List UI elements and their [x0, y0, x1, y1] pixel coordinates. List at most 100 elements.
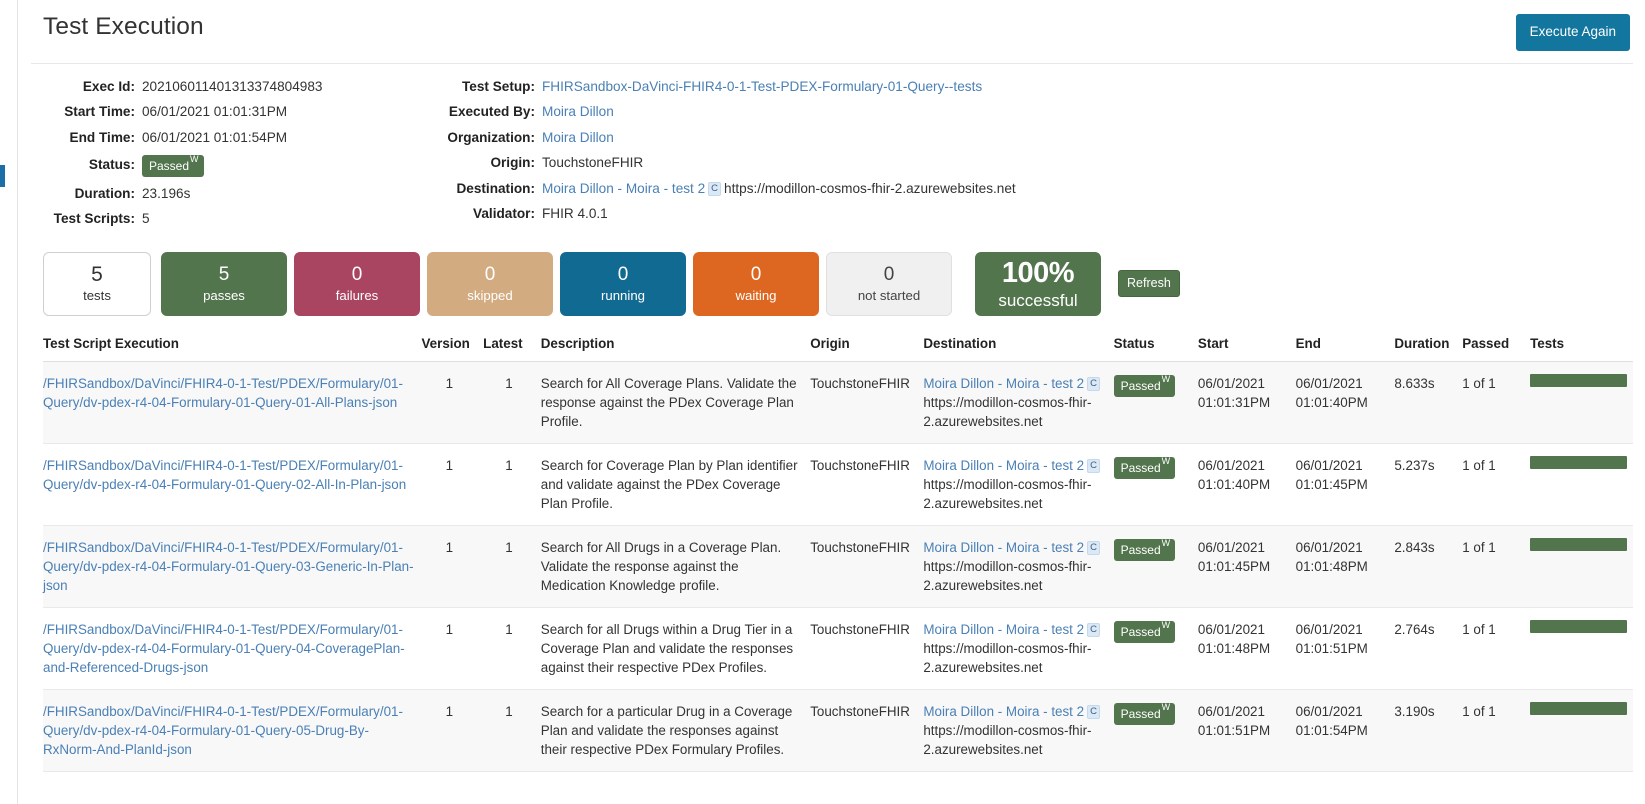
test-setup-link[interactable]: FHIRSandbox-DaVinci-FHIR4-0-1-Test-PDEX-…: [542, 78, 982, 95]
start-time: 01:01:31PM: [1197, 394, 1271, 410]
cell-passed: 1 of 1: [1462, 607, 1531, 690]
executed-by-link[interactable]: Moira Dillon: [542, 103, 614, 120]
test-script-link[interactable]: /FHIRSandbox/DaVinci/FHIR4-0-1-Test/PDEX…: [43, 704, 403, 757]
test-script-link[interactable]: /FHIRSandbox/DaVinci/FHIR4-0-1-Test/PDEX…: [43, 622, 405, 675]
page-content: Test Execution Execute Again Exec Id: 20…: [18, 0, 1645, 804]
status-label: Status:: [88, 157, 135, 172]
status-badge[interactable]: PassedW: [1113, 702, 1176, 725]
test-script-link[interactable]: /FHIRSandbox/DaVinci/FHIR4-0-1-Test/PDEX…: [43, 376, 403, 410]
column-header-start[interactable]: Start: [1197, 329, 1296, 362]
cell-origin: TouchstoneFHIR: [810, 607, 924, 690]
tests-pass-bar: [1530, 701, 1627, 715]
column-header-test-script-execution[interactable]: Test Script Execution: [43, 329, 422, 362]
tests-pass-bar: [1530, 373, 1627, 387]
status-badge-text: Passed: [1120, 378, 1161, 393]
stat-box-not-started[interactable]: 0 not started: [826, 251, 952, 316]
column-header-tests[interactable]: Tests: [1530, 329, 1633, 362]
refresh-button[interactable]: Refresh: [1118, 270, 1180, 298]
start-date: 06/01/2021: [1197, 375, 1265, 391]
destination-link[interactable]: Moira Dillon - Moira - test 2: [923, 622, 1084, 637]
destination-link[interactable]: Moira Dillon - Moira - test 2: [542, 181, 705, 196]
execute-again-button[interactable]: Execute Again: [1515, 14, 1630, 51]
destination-link[interactable]: Moira Dillon - Moira - test 2: [923, 376, 1084, 391]
cell-passed: 1 of 1: [1462, 525, 1531, 608]
table-row[interactable]: /FHIRSandbox/DaVinci/FHIR4-0-1-Test/PDEX…: [43, 607, 1633, 690]
cell-passed: 1 of 1: [1462, 689, 1531, 772]
status-badge[interactable]: PassedW: [1113, 538, 1176, 561]
status-badge-text: Passed: [1120, 460, 1161, 475]
stat-box-failures[interactable]: 0 failures: [294, 251, 420, 316]
cell-destination: Moira Dillon - Moira - test 2 Chttps://mo…: [923, 443, 1114, 526]
cell-tests: [1530, 361, 1633, 444]
cell-end: 06/01/2021 01:01:48PM: [1295, 525, 1395, 608]
column-header-duration[interactable]: Duration: [1394, 329, 1463, 362]
start-time: 01:01:40PM: [1197, 476, 1271, 492]
status-badge[interactable]: PassedW: [1113, 620, 1176, 643]
cell-passed: 1 of 1: [1462, 443, 1531, 526]
end-date: 06/01/2021: [1295, 375, 1363, 391]
cell-tests: [1530, 525, 1633, 608]
column-header-origin[interactable]: Origin: [810, 329, 924, 362]
status-badge[interactable]: PassedW: [142, 154, 204, 178]
start-date: 06/01/2021: [1197, 457, 1265, 473]
column-header-passed[interactable]: Passed: [1462, 329, 1531, 362]
stat-box-tests[interactable]: 5 tests: [43, 251, 151, 316]
table-header-row: Test Script Execution Version Latest Descri…: [43, 329, 1633, 362]
end-date: 06/01/2021: [1295, 457, 1363, 473]
end-date: 06/01/2021: [1295, 703, 1363, 719]
cell-description: Search for All Drugs in a Coverage Plan.…: [540, 525, 811, 608]
end-time-label: End Time:: [69, 129, 135, 145]
destination-link[interactable]: Moira Dillon - Moira - test 2: [923, 704, 1084, 719]
cell-description: Search for a particular Drug in a Covera…: [540, 689, 811, 772]
column-header-latest[interactable]: Latest: [483, 329, 541, 362]
detail-end-time: End Time: 06/01/2021 01:01:54PM: [31, 129, 446, 146]
origin-value: TouchstoneFHIR: [542, 155, 644, 170]
status-badge[interactable]: PassedW: [1113, 374, 1176, 397]
duration-label: Duration:: [74, 185, 135, 201]
stat-box-passes[interactable]: 5 passes: [161, 251, 287, 316]
stat-box-running[interactable]: 0 running: [560, 251, 686, 316]
destination-link[interactable]: Moira Dillon - Moira - test 2: [923, 458, 1084, 473]
stat-box-waiting[interactable]: 0 waiting: [693, 251, 819, 316]
edge-tab-indicator[interactable]: [0, 165, 5, 187]
client-badge-icon: C: [708, 181, 722, 196]
cell-test-script: /FHIRSandbox/DaVinci/FHIR4-0-1-Test/PDEX…: [43, 607, 422, 690]
stat-box-skipped[interactable]: 0 skipped: [427, 251, 553, 316]
status-badge-sup: W: [1161, 455, 1171, 466]
column-header-status[interactable]: Status: [1113, 329, 1198, 362]
destination-url: https://modillon-cosmos-fhir-2.azurewebs…: [923, 476, 1092, 511]
page-title: Test Execution: [43, 13, 204, 40]
cell-destination: Moira Dillon - Moira - test 2 Chttps://mo…: [923, 689, 1114, 772]
destination-label: Destination:: [456, 180, 535, 196]
cell-latest: 1: [483, 689, 541, 772]
cell-version: 1: [421, 361, 484, 444]
stat-box-percent-successful[interactable]: 100% successful: [975, 251, 1101, 316]
detail-destination: Destination: Moira Dillon - Moira - test…: [446, 180, 1633, 197]
detail-duration: Duration: 23.196s: [31, 185, 446, 202]
start-date: 06/01/2021: [1197, 539, 1265, 555]
stat-label: failures: [335, 287, 379, 303]
table-row[interactable]: /FHIRSandbox/DaVinci/FHIR4-0-1-Test/PDEX…: [43, 361, 1633, 444]
table-row[interactable]: /FHIRSandbox/DaVinci/FHIR4-0-1-Test/PDEX…: [43, 525, 1633, 608]
organization-label: Organization:: [447, 129, 535, 145]
status-badge[interactable]: PassedW: [1113, 455, 1176, 479]
validator-value: FHIR 4.0.1: [542, 206, 608, 221]
column-header-description[interactable]: Description: [540, 329, 811, 362]
cell-latest: 1: [483, 443, 541, 526]
table-row[interactable]: /FHIRSandbox/DaVinci/FHIR4-0-1-Test/PDEX…: [43, 443, 1633, 526]
destination-link[interactable]: Moira Dillon - Moira - test 2: [923, 540, 1084, 555]
organization-link[interactable]: Moira Dillon: [542, 129, 614, 146]
detail-origin: Origin: TouchstoneFHIR: [446, 154, 1633, 171]
column-header-destination[interactable]: Destination: [923, 329, 1114, 362]
cell-description: Search for all Drugs within a Drug Tier …: [540, 607, 811, 690]
detail-test-scripts: Test Scripts: 5: [31, 210, 446, 227]
cell-tests: [1530, 443, 1633, 526]
table-row[interactable]: /FHIRSandbox/DaVinci/FHIR4-0-1-Test/PDEX…: [43, 689, 1633, 772]
column-header-end[interactable]: End: [1295, 329, 1395, 362]
destination-url: https://modillon-cosmos-fhir-2.azurewebs…: [724, 180, 1016, 196]
start-time: 01:01:51PM: [1197, 722, 1271, 738]
column-header-version[interactable]: Version: [421, 329, 484, 362]
detail-organization: Organization: Moira Dillon: [446, 129, 1633, 146]
test-script-link[interactable]: /FHIRSandbox/DaVinci/FHIR4-0-1-Test/PDEX…: [43, 540, 414, 593]
test-script-link[interactable]: /FHIRSandbox/DaVinci/FHIR4-0-1-Test/PDEX…: [43, 458, 406, 492]
